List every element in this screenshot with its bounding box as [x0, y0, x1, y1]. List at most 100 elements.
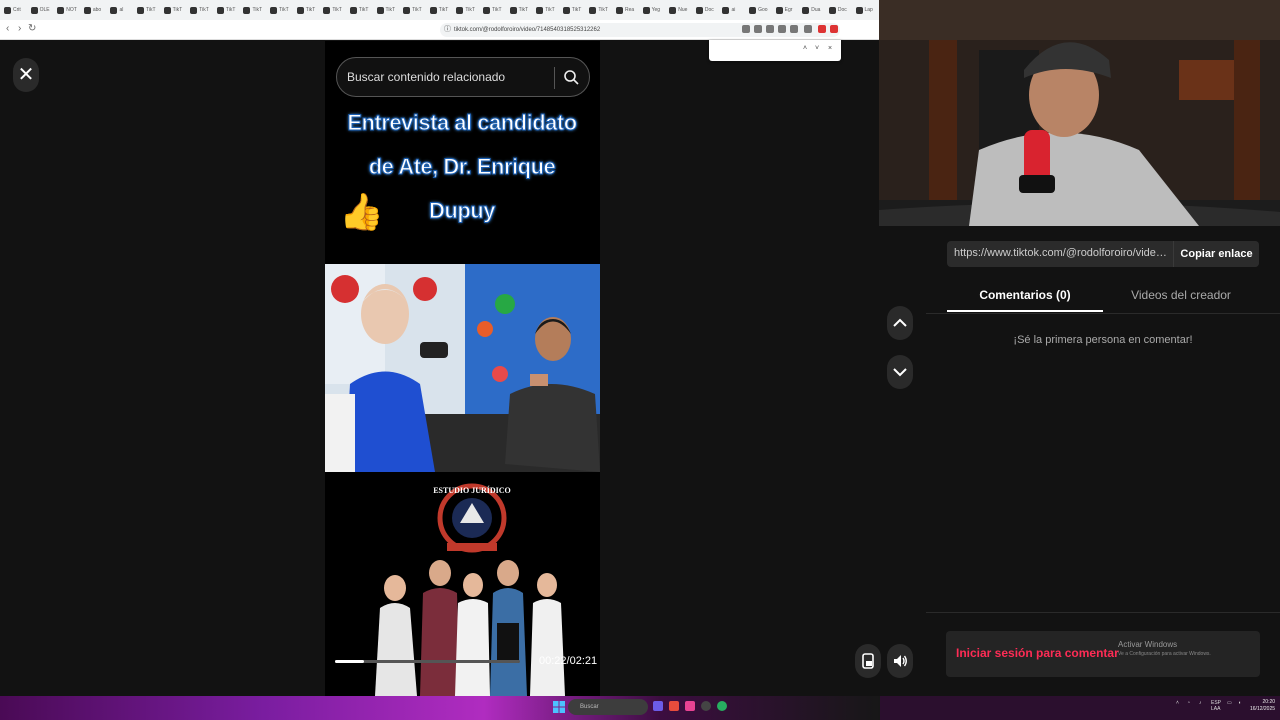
browser-tab[interactable]: Lap	[855, 3, 881, 17]
browser-tab[interactable]: OLE	[30, 3, 56, 17]
browser-tab[interactable]: ai	[722, 3, 747, 17]
browser-tab[interactable]: NOT	[57, 3, 82, 17]
tab-label: Rea	[625, 7, 635, 13]
browser-tab[interactable]: TikT	[482, 3, 508, 17]
tab-label: Goo	[758, 7, 768, 13]
divider	[554, 67, 555, 89]
chevron-down-icon[interactable]: ˅	[815, 45, 819, 52]
app-icon[interactable]	[701, 701, 711, 711]
tab-comments[interactable]: Comentarios (0)	[947, 278, 1103, 312]
browser-tab[interactable]: TikT	[509, 3, 535, 17]
windows-start-icon[interactable]	[553, 701, 565, 713]
browser-tab[interactable]: TikT	[376, 3, 402, 17]
close-icon[interactable]: ×	[828, 45, 832, 52]
activate-subtitle: Ve a Configuración para activar Windows.	[1118, 651, 1211, 657]
tab-label: TikT	[199, 7, 209, 13]
app-icon[interactable]	[717, 701, 727, 711]
browser-tab[interactable]: TikT	[190, 3, 215, 17]
search-icon[interactable]	[563, 69, 579, 85]
webcam-overlay	[879, 0, 1280, 226]
tab-label: ai	[731, 7, 736, 13]
browser-tab[interactable]: TikT	[163, 3, 189, 17]
back-icon[interactable]: ‹	[6, 23, 9, 34]
extension-icon[interactable]	[778, 25, 786, 33]
browser-tab[interactable]: al	[110, 3, 135, 17]
site-info-icon[interactable]: ⓘ	[444, 23, 451, 37]
next-video-button[interactable]	[887, 355, 913, 389]
screen: Crit OLE NOT abo al TikT TikT TikT TikT TikT TikT T…	[0, 0, 1280, 720]
video-time: 00:22/02:21	[539, 655, 598, 667]
tab-favicon-icon	[403, 6, 411, 14]
login-to-comment-link[interactable]: Iniciar sesión para comentar	[956, 646, 1119, 660]
browser-tab[interactable]: TikT	[403, 3, 428, 17]
tab-favicon-icon	[775, 6, 783, 14]
tab-label: TikT	[518, 7, 529, 13]
browser-tab[interactable]: Nue	[669, 3, 694, 17]
device-button[interactable]	[855, 644, 881, 678]
reload-icon[interactable]: ↻	[28, 23, 36, 34]
app-icon[interactable]	[653, 701, 663, 711]
browser-tab[interactable]: TikT	[589, 3, 614, 17]
close-icon: ✕	[17, 64, 35, 86]
tab-creator-videos[interactable]: Videos del creador	[1103, 278, 1259, 312]
share-url[interactable]: https://www.tiktok.com/@rodolforoiro/vid…	[954, 247, 1172, 259]
tab-label: Crit	[13, 7, 21, 13]
video-player[interactable]: Buscar contenido relacionado Entrevista …	[325, 41, 600, 696]
browser-tab[interactable]: abo	[83, 3, 109, 17]
tab-label: Dua	[811, 7, 821, 13]
volume-button[interactable]	[887, 644, 913, 678]
extension-icon[interactable]	[804, 25, 812, 33]
browser-tab[interactable]: Rea	[616, 3, 641, 17]
display-icon[interactable]: ▭	[1227, 700, 1232, 706]
taskbar-clock[interactable]: 20:20 16/12/2025	[1250, 699, 1275, 713]
chevron-up-icon[interactable]: ˄	[803, 45, 807, 52]
volume-icon	[894, 655, 907, 667]
close-button[interactable]: ✕	[13, 58, 39, 92]
network-icon[interactable]: ◔	[1187, 700, 1190, 706]
extension-icon[interactable]	[790, 25, 798, 33]
browser-tab[interactable]: Egr	[775, 3, 801, 17]
browser-tab[interactable]: TikT	[270, 3, 295, 17]
browser-tab[interactable]: Doc	[695, 3, 721, 17]
extension-icon[interactable]	[742, 25, 750, 33]
browser-tab[interactable]: TikT	[296, 3, 322, 17]
previous-video-button[interactable]	[887, 306, 913, 340]
browser-tab[interactable]: Yeg	[642, 3, 668, 17]
app-icon[interactable]	[685, 701, 695, 711]
forward-icon[interactable]: ›	[18, 23, 21, 34]
tray-chevron-icon[interactable]: ˄	[1176, 700, 1179, 706]
video-progress-bar[interactable]	[335, 660, 520, 663]
browser-tab[interactable]: Crit	[4, 3, 29, 17]
browser-tab[interactable]: Dua	[802, 3, 827, 17]
browser-tab[interactable]: TikT	[243, 3, 268, 17]
interview-photo	[325, 264, 600, 472]
extension-icon[interactable]	[766, 25, 774, 33]
browser-tab[interactable]: TikT	[456, 3, 481, 17]
volume-icon[interactable]: ◖	[1238, 700, 1241, 706]
taskbar-search[interactable]: Buscar	[568, 699, 648, 715]
copy-link-button[interactable]: Copiar enlace	[1173, 241, 1259, 267]
browser-tab[interactable]: Doc	[828, 3, 854, 17]
browser-tab[interactable]: TikT	[536, 3, 561, 17]
tab-favicon-icon	[376, 6, 384, 14]
browser-tab[interactable]: TikT	[429, 3, 455, 17]
tab-label: Doc	[837, 7, 847, 13]
browser-tab[interactable]: TikT	[216, 3, 242, 17]
extension-icon[interactable]	[754, 25, 762, 33]
extension-icon[interactable]	[830, 25, 838, 33]
tab-label: TikT	[305, 7, 316, 13]
mic-icon[interactable]: ♪	[1199, 700, 1202, 706]
language-indicator[interactable]: ESP LAA	[1211, 700, 1221, 712]
tab-favicon-icon	[429, 6, 437, 14]
device-icon	[862, 653, 874, 669]
browser-tab[interactable]: TikT	[137, 3, 162, 17]
browser-tab[interactable]: Goo	[749, 3, 774, 17]
browser-tab[interactable]: TikT	[349, 3, 375, 17]
app-icon[interactable]	[669, 701, 679, 711]
tab-label: TikT	[438, 7, 449, 13]
related-search-input[interactable]: Buscar contenido relacionado	[336, 57, 590, 97]
tab-favicon-icon	[669, 6, 677, 14]
browser-tab[interactable]: TikT	[562, 3, 588, 17]
browser-tab[interactable]: TikT	[323, 3, 348, 17]
extension-icon[interactable]	[818, 25, 826, 33]
